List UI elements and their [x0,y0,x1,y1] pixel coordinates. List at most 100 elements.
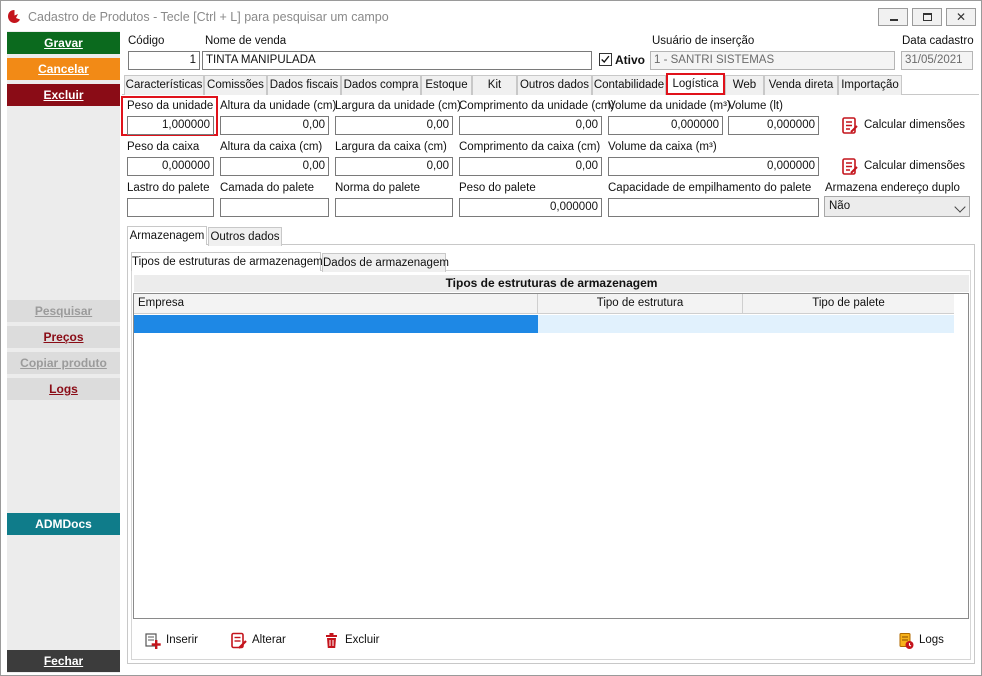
table-cell-tipo-estrutura[interactable] [538,315,743,333]
nome-venda-field[interactable]: TINTA MANIPULADA [202,51,592,70]
volume-unidade-field[interactable]: 0,000000 [608,116,723,135]
tab-tipos-estruturas[interactable]: Tipos de estruturas de armazenagem [131,252,323,271]
tab-outros-dados-armazenagem[interactable]: Outros dados [208,227,282,246]
tab-dados-compra[interactable]: Dados compra [341,75,421,95]
excluir-item-button[interactable]: Excluir [323,632,393,650]
column-header-empresa[interactable]: Empresa [134,294,538,314]
logs-item-button[interactable]: Logs [897,632,957,650]
admdocs-label: ADMDocs [35,517,92,531]
estruturas-grid: Empresa Tipo de estrutura Tipo de palete [133,293,969,619]
largura-unidade-field[interactable]: 0,00 [335,116,453,135]
app-logo-icon [8,10,20,23]
logs-item-label: Logs [919,634,944,646]
copiar-produto-button[interactable]: Copiar produto [7,352,120,374]
close-icon: ✕ [956,10,967,24]
altura-unidade-field[interactable]: 0,00 [220,116,329,135]
largura-unidade-label: Largura da unidade (cm) [335,100,461,112]
codigo-label: Código [128,35,165,47]
data-cadastro-label: Data cadastro [902,35,974,47]
action-sidebar: Gravar Cancelar Excluir Pesquisar Preços… [7,31,120,673]
pesquisar-label: Pesquisar [34,304,93,318]
comprimento-caixa-label: Comprimento da caixa (cm) [459,141,601,153]
product-window: Cadastro de Produtos - Tecle [Ctrl + L] … [0,0,982,676]
table-cell-empresa[interactable] [134,315,538,333]
ativo-label: Ativo [615,53,645,67]
gravar-label: Gravar [44,36,83,50]
calcular-dimensoes-unidade-button[interactable]: Calcular dimensões [842,117,965,135]
grid-title: Tipos de estruturas de armazenagem [134,275,969,292]
tab-kit[interactable]: Kit [472,75,517,95]
tab-dados-fiscais[interactable]: Dados fiscais [267,75,341,95]
volume-unidade-label: Volume da unidade (m³) [608,100,731,112]
calcular-dimensoes-label: Calcular dimensões [864,119,965,131]
largura-caixa-field[interactable]: 0,00 [335,157,453,176]
comprimento-caixa-field[interactable]: 0,00 [459,157,602,176]
inserir-button[interactable]: Inserir [144,632,214,650]
cancelar-button[interactable]: Cancelar [7,58,120,80]
volume-caixa-field[interactable]: 0,000000 [608,157,819,176]
data-cadastro-field: 31/05/2021 [901,51,973,70]
peso-caixa-field[interactable]: 0,000000 [127,157,214,176]
tab-web[interactable]: Web [725,75,764,95]
title-bar: Cadastro de Produtos - Tecle [Ctrl + L] … [1,1,981,31]
usuario-insercao-label: Usuário de inserção [652,35,755,47]
edit-document-icon [231,632,247,649]
volume-lt-field[interactable]: 0,000000 [728,116,819,135]
tab-armazenagem[interactable]: Armazenagem [127,226,207,245]
precos-button[interactable]: Preços [7,326,120,348]
tab-caracteristicas[interactable]: Características [124,75,204,95]
logs-button[interactable]: Logs [7,378,120,400]
close-button[interactable]: ✕ [946,8,976,26]
peso-palete-field[interactable]: 0,000000 [459,198,602,217]
largura-caixa-label: Largura da caixa (cm) [335,141,447,153]
comprimento-unidade-field[interactable]: 0,00 [459,116,602,135]
tab-importacao[interactable]: Importação [838,75,902,95]
peso-unidade-field[interactable]: 1,000000 [127,116,214,135]
tab-comissoes[interactable]: Comissões [204,75,267,95]
alterar-button[interactable]: Alterar [230,632,300,650]
peso-caixa-label: Peso da caixa [127,141,200,153]
tab-dados-armazenagem[interactable]: Dados de armazenagem [322,253,449,272]
tab-outros-dados[interactable]: Outros dados [517,75,592,95]
tab-logistica[interactable]: Logística [666,73,725,95]
cancelar-label: Cancelar [38,62,89,76]
column-header-tipo-estrutura[interactable]: Tipo de estrutura [538,294,743,314]
tab-estoque[interactable]: Estoque [421,75,472,95]
calculator-icon [842,117,858,134]
tab-contabilidade[interactable]: Contabilidade [592,75,666,95]
admdocs-button[interactable]: ADMDocs [7,513,120,535]
maximize-icon [923,13,932,21]
table-row[interactable] [134,315,954,333]
gravar-button[interactable]: Gravar [7,32,120,54]
maximize-button[interactable] [912,8,942,26]
calcular-dimensoes-caixa-button[interactable]: Calcular dimensões [842,158,965,176]
comprimento-unidade-label: Comprimento da unidade (cm) [459,100,615,112]
add-document-icon [145,633,161,649]
calculator-icon [842,158,858,175]
altura-caixa-label: Altura da caixa (cm) [220,141,323,153]
pesquisar-button[interactable]: Pesquisar [7,300,120,322]
chevron-down-icon [954,201,966,213]
peso-unidade-label: Peso da unidade [127,100,214,112]
lastro-palete-field[interactable] [127,198,214,217]
norma-palete-field[interactable] [335,198,453,217]
minimize-button[interactable] [878,8,908,26]
logs-icon [899,633,914,649]
codigo-field[interactable]: 1 [128,51,200,70]
endereco-duplo-select[interactable]: Não [824,196,970,217]
column-header-tipo-palete[interactable]: Tipo de palete [743,294,954,314]
inserir-label: Inserir [166,634,198,646]
lastro-palete-label: Lastro do palete [127,182,210,194]
excluir-button[interactable]: Excluir [7,84,120,106]
tab-venda-direta[interactable]: Venda direta [764,75,838,95]
norma-palete-label: Norma do palete [335,182,421,194]
ativo-checkbox[interactable] [599,53,612,66]
excluir-label: Excluir [43,88,84,102]
fechar-button[interactable]: Fechar [7,650,120,672]
endereco-duplo-label: Armazena endereço duplo [825,182,960,194]
camada-palete-field[interactable] [220,198,329,217]
checkmark-icon [601,55,610,64]
altura-caixa-field[interactable]: 0,00 [220,157,329,176]
capacidade-empilhamento-field[interactable] [608,198,819,217]
table-cell-tipo-palete[interactable] [743,315,954,333]
